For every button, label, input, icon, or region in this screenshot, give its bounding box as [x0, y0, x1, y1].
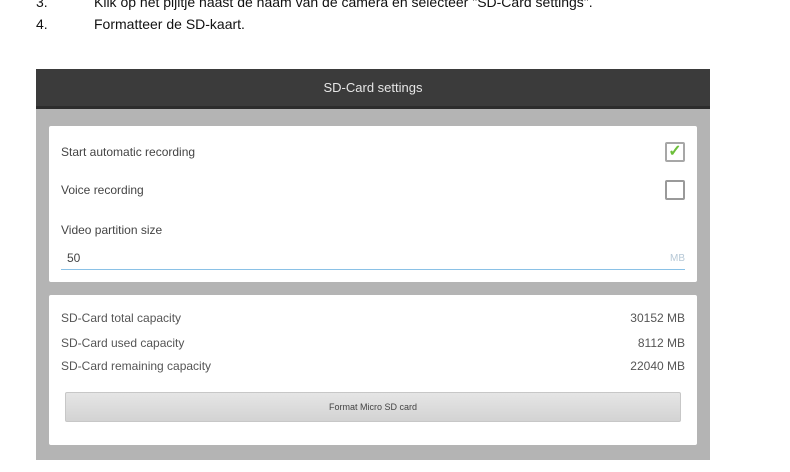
- partition-size-value: 50: [67, 251, 81, 265]
- partition-size-label: Video partition size: [61, 223, 163, 237]
- capacity-card: SD-Card total capacity 30152 MB SD-Card …: [49, 295, 697, 445]
- recording-settings-card: Start automatic recording ✓ Voice record…: [49, 126, 697, 282]
- auto-recording-label: Start automatic recording: [61, 145, 196, 159]
- capacity-label: SD-Card used capacity: [61, 336, 185, 350]
- instruction-step: 4. Formatteer de SD-kaart.: [36, 13, 776, 35]
- capacity-value: 8112 MB: [637, 336, 685, 350]
- capacity-row: SD-Card remaining capacity 22040 MB: [61, 359, 685, 373]
- capacity-row: SD-Card used capacity 8112 MB: [61, 336, 685, 350]
- auto-recording-checkbox[interactable]: ✓: [665, 142, 685, 162]
- capacity-value: 22040 MB: [630, 359, 685, 373]
- sd-card-settings-screenshot: SD-Card settings Start automatic recordi…: [36, 69, 710, 460]
- step-number: 3.: [36, 0, 48, 10]
- format-sd-card-button[interactable]: Format Micro SD card: [65, 392, 681, 422]
- capacity-row: SD-Card total capacity 30152 MB: [61, 311, 685, 325]
- checkmark-icon: ✓: [668, 143, 682, 160]
- dialog-title: SD-Card settings: [36, 69, 710, 109]
- voice-recording-label: Voice recording: [61, 183, 144, 197]
- capacity-label: SD-Card total capacity: [61, 311, 182, 325]
- instruction-list: 3. Klik op het pijltje naast de naam van…: [36, 0, 776, 35]
- capacity-value: 30152 MB: [630, 311, 685, 325]
- voice-recording-row[interactable]: Voice recording: [61, 180, 685, 200]
- partition-size-input[interactable]: 50 MB: [61, 247, 685, 270]
- partition-size-label-row: Video partition size: [61, 223, 685, 237]
- voice-recording-checkbox[interactable]: [665, 180, 685, 200]
- partition-size-unit: MB: [670, 252, 685, 264]
- step-number: 4.: [36, 16, 48, 32]
- step-text: Klik op het pijltje naast de naam van de…: [94, 0, 593, 10]
- step-text: Formatteer de SD-kaart.: [94, 16, 245, 32]
- instruction-step: 3. Klik op het pijltje naast de naam van…: [36, 0, 776, 13]
- capacity-label: SD-Card remaining capacity: [61, 359, 212, 373]
- auto-recording-row[interactable]: Start automatic recording ✓: [61, 142, 685, 162]
